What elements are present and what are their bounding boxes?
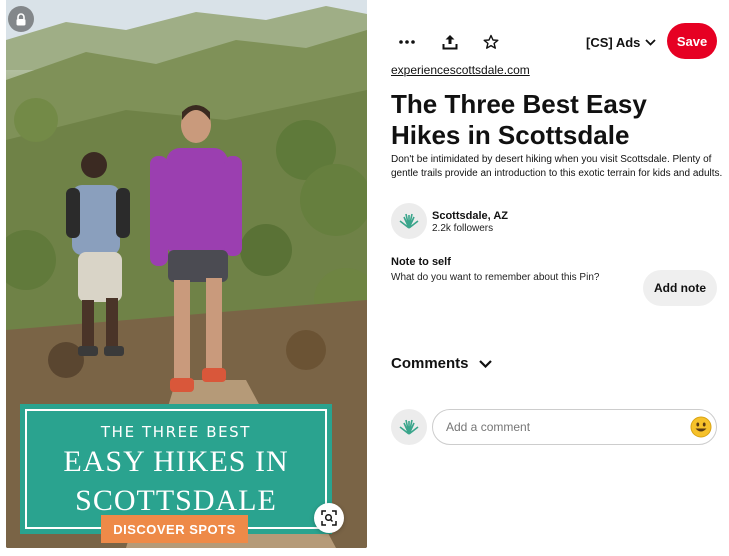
save-button[interactable]: Save	[667, 23, 717, 59]
note-prompt: What do you want to remember about this …	[391, 272, 600, 283]
smiley-emoji-icon[interactable]	[690, 416, 712, 438]
share-icon[interactable]	[436, 28, 464, 56]
pin-title: The Three Best Easy Hikes in Scottsdale	[391, 89, 647, 150]
user-avatar	[391, 409, 427, 445]
comment-field[interactable]	[432, 409, 717, 445]
board-selector[interactable]: [CS] Ads	[586, 32, 657, 52]
overlay-kicker: THE THREE BEST	[100, 423, 252, 441]
pin-text-overlay: THE THREE BEST EASY HIKES IN SCOTTSDALE	[20, 404, 332, 534]
star-icon[interactable]	[477, 28, 505, 56]
comments-label: Comments	[391, 355, 469, 372]
overlay-title-line1: EASY HIKES IN	[63, 445, 289, 478]
board-name: [CS] Ads	[586, 34, 641, 50]
more-icon[interactable]	[393, 28, 421, 56]
comment-input[interactable]	[446, 418, 676, 436]
creator-followers: 2.2k followers	[432, 223, 494, 234]
agave-logo-icon	[399, 419, 419, 435]
note-title: Note to self	[391, 256, 451, 268]
visual-search-icon[interactable]	[314, 503, 344, 533]
source-link[interactable]: experiencescottsdale.com	[391, 63, 530, 77]
lock-icon	[8, 6, 34, 32]
comments-toggle[interactable]: Comments	[391, 355, 492, 372]
add-note-button[interactable]: Add note	[643, 270, 717, 306]
agave-logo-icon	[399, 213, 419, 229]
chevron-down-icon	[478, 359, 492, 368]
creator-avatar[interactable]	[391, 203, 427, 239]
overlay-title-line2: SCOTTSDALE	[75, 484, 277, 517]
creator-name[interactable]: Scottsdale, AZ	[432, 210, 508, 222]
chevron-down-icon	[645, 38, 657, 46]
pin-description: Don't be intimidated by desert hiking wh…	[391, 154, 723, 179]
overlay-cta: DISCOVER SPOTS	[101, 515, 248, 543]
